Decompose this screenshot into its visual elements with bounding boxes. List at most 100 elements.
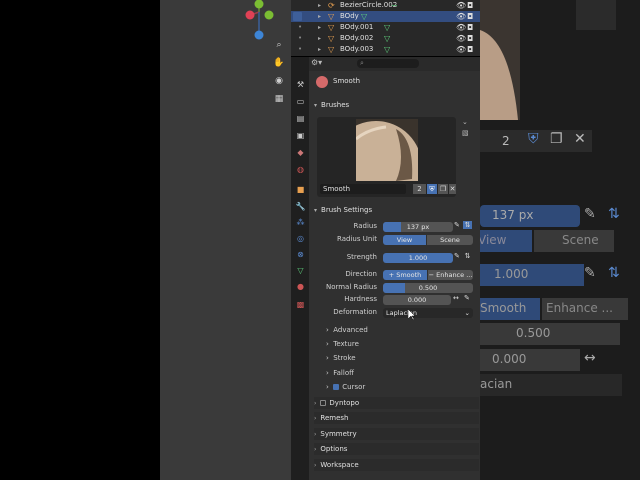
brush-user-count[interactable]: 2: [413, 184, 426, 194]
hardness-pressure-icon[interactable]: ✎: [464, 294, 470, 302]
mesh-data-icon: ▽: [384, 34, 391, 43]
mesh-data-tab-icon[interactable]: ▽: [294, 265, 307, 277]
scene-tab-icon[interactable]: ◆: [294, 147, 307, 159]
constraints-tab-icon[interactable]: ⊗: [294, 249, 307, 261]
output-tab-icon[interactable]: ▤: [294, 113, 307, 125]
expand-arrow-icon[interactable]: ▸: [318, 33, 321, 44]
expand-arrow-icon[interactable]: ▸: [318, 0, 321, 11]
render-camera-icon[interactable]: ◘: [467, 11, 473, 22]
properties-editor[interactable]: ⚙▾ ⌕ Smooth ▾ Brushes Smooth 2 ⛨ ❐ ✕ ⌄ ▧ …: [309, 57, 480, 480]
visibility-eye-icon[interactable]: 👁: [456, 33, 466, 44]
mesh-data-icon: ▽: [384, 45, 391, 54]
cursor-subpanel[interactable]: › Cursor: [326, 381, 365, 393]
visibility-eye-icon[interactable]: 👁: [456, 22, 466, 33]
render-camera-icon[interactable]: ◘: [467, 22, 473, 33]
stroke-subpanel[interactable]: › Stroke: [326, 352, 356, 364]
texture-tab-icon[interactable]: ▩: [294, 299, 307, 311]
radius-size-toggle-icon[interactable]: ⇅: [463, 221, 472, 229]
direction-enhance-option[interactable]: − Enhance ...: [428, 270, 473, 280]
options-panel[interactable]: › Options: [314, 443, 479, 455]
radius-pressure-icon[interactable]: ✎: [454, 221, 460, 229]
render-camera-icon[interactable]: ◘: [467, 44, 473, 55]
outliner-row-beziercircle[interactable]: ▸ ⟳ BezierCircle.002 ∽ 👁 ◘: [291, 0, 480, 11]
brush-name-field[interactable]: Smooth: [320, 184, 406, 194]
visibility-eye-icon[interactable]: 👁: [456, 44, 466, 55]
editor-type-icon[interactable]: ⚙▾: [311, 58, 322, 67]
render-camera-icon[interactable]: ◘: [467, 33, 473, 44]
unlink-close-icon[interactable]: ✕: [449, 184, 456, 194]
zoom-smooth-option: Smooth: [480, 298, 540, 320]
brush-preview-box[interactable]: Smooth 2 ⛨ ❐ ✕: [317, 117, 456, 197]
radius-unit-scene-option[interactable]: Scene: [427, 235, 473, 245]
radius-unit-view-option[interactable]: View: [383, 235, 426, 245]
outliner-row-body[interactable]: ▸ ▽ BOdy ▽ 👁 ◘: [291, 11, 480, 22]
zoom-normal-radius: 0.500: [480, 323, 620, 345]
cursor-checkbox[interactable]: [333, 384, 340, 390]
strength-field[interactable]: 1.000: [383, 253, 453, 263]
advanced-subpanel[interactable]: › Advanced: [326, 324, 368, 336]
brush-image-icon[interactable]: ▧: [462, 129, 469, 137]
y-axis-neg-gizmo[interactable]: [264, 10, 274, 20]
brush-thumbnail[interactable]: [356, 119, 418, 181]
brush-menu-chevron-icon[interactable]: ⌄: [462, 118, 468, 126]
x-axis-gizmo[interactable]: [245, 10, 255, 20]
direction-smooth-option[interactable]: + Smooth: [383, 270, 427, 280]
brush-tool-icon[interactable]: [293, 12, 302, 21]
duplicate-icon[interactable]: ❐: [438, 184, 448, 194]
hardness-field[interactable]: 0.000: [383, 295, 451, 305]
chevron-right-icon: ›: [314, 462, 317, 469]
view-layer-tab-icon[interactable]: ▣: [294, 130, 307, 142]
viewport-3d[interactable]: ⌕ ✋ ◉ ▦: [160, 0, 291, 480]
fake-user-shield-icon[interactable]: ⛨: [427, 184, 437, 194]
mesh-data-icon: ▽: [361, 12, 368, 21]
properties-tabs[interactable]: ⚒ ▭ ▤ ▣ ◆ ◍ ■ 🔧 ⁂ ◎ ⊗ ▽ ● ▩: [291, 57, 309, 480]
expand-arrow-icon[interactable]: ▸: [318, 22, 321, 33]
zoom-header-block: [576, 0, 616, 30]
expand-arrow-icon[interactable]: ▸: [318, 11, 321, 22]
tool-tab-icon[interactable]: ⚒: [294, 79, 307, 91]
z-axis-gizmo[interactable]: [254, 30, 264, 40]
deformation-dropdown[interactable]: Laplacian ⌄: [383, 308, 473, 318]
outliner[interactable]: ▸ ⟳ BezierCircle.002 ∽ 👁 ◘ ▸ ▽ BOdy ▽ 👁 …: [291, 0, 480, 56]
properties-search-input[interactable]: ⌕: [357, 59, 419, 68]
visibility-eye-icon[interactable]: 👁: [456, 11, 466, 22]
modifier-wrench-icon[interactable]: 🔧: [294, 201, 307, 213]
dyntopo-checkbox[interactable]: [320, 400, 327, 406]
dyntopo-panel[interactable]: › Dyntopo: [314, 397, 479, 409]
radius-field[interactable]: 137 px: [383, 222, 453, 232]
zoom-deformation: acian: [480, 374, 622, 396]
outliner-row-body-001[interactable]: • ▸ ▽ BOdy.001 ▽ 👁 ◘: [291, 22, 480, 33]
visibility-eye-icon[interactable]: 👁: [456, 0, 466, 11]
render-tab-icon[interactable]: ▭: [294, 96, 307, 108]
normal-radius-field[interactable]: 0.500: [383, 283, 473, 293]
brush-settings-header[interactable]: ▾ Brush Settings: [314, 204, 479, 216]
navigation-gizmo[interactable]: [238, 0, 288, 45]
expand-arrow-icon[interactable]: ▸: [318, 44, 321, 55]
hardness-invert-icon[interactable]: ↔: [453, 294, 459, 302]
outliner-row-body-002[interactable]: • ▸ ▽ BOdy.002 ▽ 👁 ◘: [291, 33, 480, 44]
symmetry-panel[interactable]: › Symmetry: [314, 428, 479, 440]
y-axis-gizmo[interactable]: [254, 0, 264, 9]
zoom-icon[interactable]: ⌕: [270, 40, 288, 52]
remesh-panel[interactable]: › Remesh: [314, 412, 479, 424]
render-camera-icon[interactable]: ◘: [467, 0, 473, 11]
hand-pan-icon[interactable]: ✋: [270, 58, 288, 70]
tool-name: Smooth: [333, 77, 361, 85]
material-tab-icon[interactable]: ●: [294, 281, 307, 293]
object-tab-icon[interactable]: ■: [294, 184, 307, 196]
falloff-subpanel[interactable]: › Falloff: [326, 367, 354, 379]
strength-pressure-icon[interactable]: ✎: [454, 252, 460, 260]
camera-view-icon[interactable]: ◉: [270, 76, 288, 88]
direction-label: Direction: [345, 270, 377, 278]
world-tab-icon[interactable]: ◍: [294, 164, 307, 176]
texture-subpanel[interactable]: › Texture: [326, 338, 359, 350]
workspace-panel[interactable]: › Workspace: [314, 459, 479, 471]
brushes-panel-header[interactable]: ▾ Brushes: [314, 99, 479, 111]
outliner-row-body-003[interactable]: • ▸ ▽ BOdy.003 ▽ 👁 ◘: [291, 44, 480, 55]
particles-tab-icon[interactable]: ⁂: [294, 217, 307, 229]
zoom-radius-field: 137 px: [480, 205, 580, 227]
grid-ortho-icon[interactable]: ▦: [270, 94, 288, 106]
strength-toggle-icon[interactable]: ⇅: [463, 252, 472, 260]
physics-tab-icon[interactable]: ◎: [294, 233, 307, 245]
chevron-right-icon: ›: [314, 446, 317, 453]
